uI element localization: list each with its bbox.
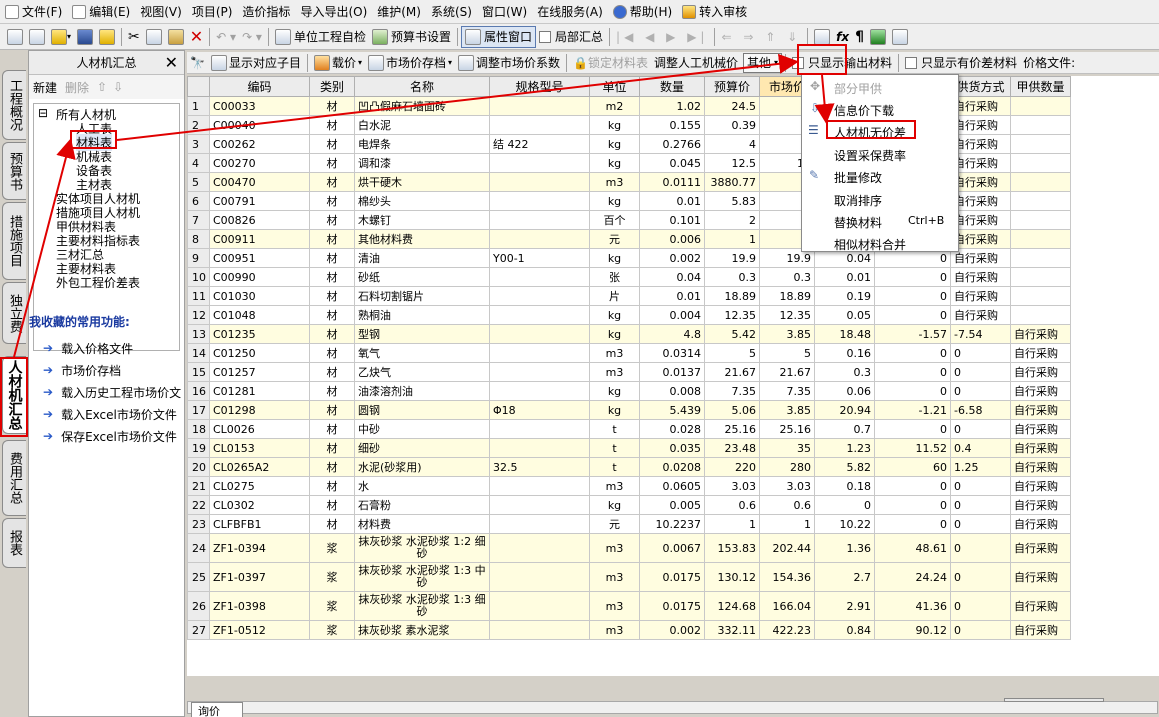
arrow-table-to-other bbox=[116, 53, 799, 141]
tab-inquiry[interactable]: 询价 bbox=[191, 702, 243, 717]
arrow-other-to-menu bbox=[814, 74, 835, 124]
status-bar: 询价 bbox=[187, 698, 1159, 717]
scroll-indicator bbox=[1004, 698, 1104, 702]
horizontal-scrollbar[interactable] bbox=[187, 698, 1158, 714]
annotation-arrows bbox=[13, 53, 835, 358]
arrow-tab-to-table bbox=[13, 138, 76, 358]
